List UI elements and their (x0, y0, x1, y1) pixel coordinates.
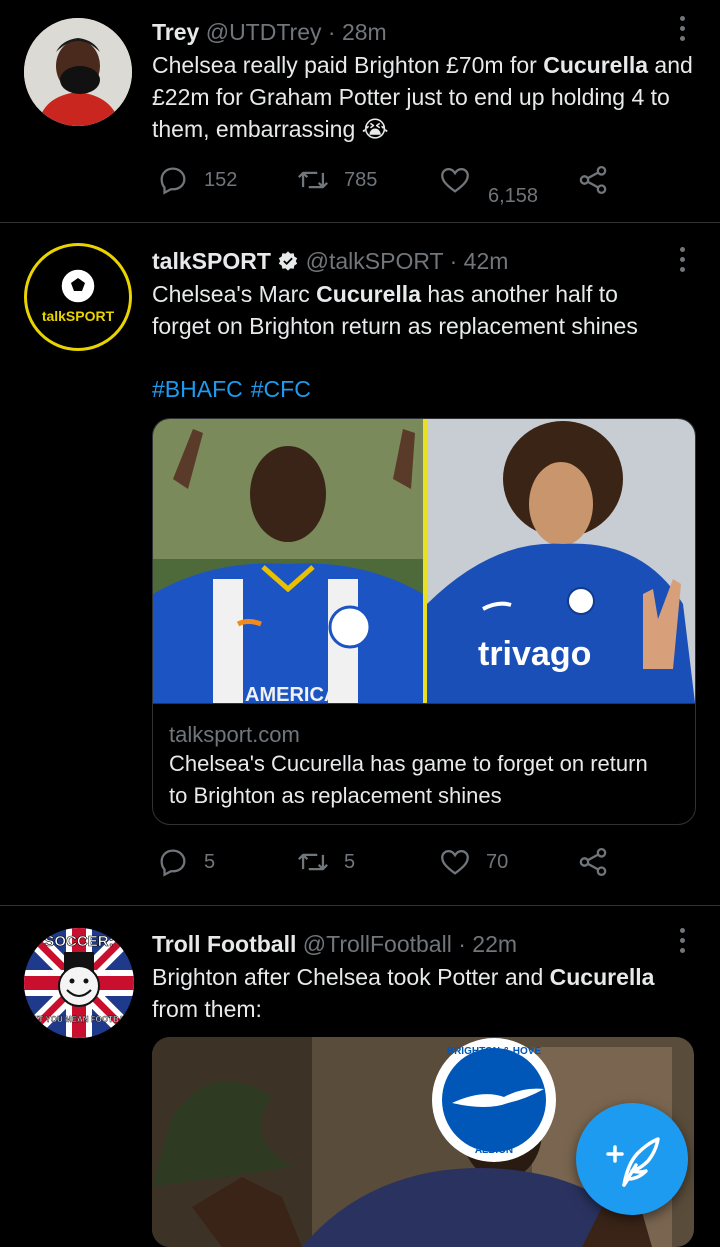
share-icon (579, 165, 607, 195)
soccer-ball-icon (60, 268, 96, 304)
avatar-talksport[interactable]: talkSPORT (24, 243, 132, 351)
author-name[interactable]: Trey (152, 19, 199, 45)
retweet-button[interactable]: 5 (296, 845, 355, 879)
avatar-top-text: SOCCER: (44, 933, 113, 950)
link-card[interactable]: AMERICAN trivago talksport.com Chelsea's… (152, 418, 696, 825)
badge-bottom-text: ALBION (475, 1145, 513, 1156)
compose-icon (606, 1137, 660, 1187)
like-button[interactable] (438, 163, 472, 197)
separator-dot: · (327, 19, 336, 45)
tweet-header: Trey @UTDTrey · 28m (152, 18, 387, 46)
right-shirt-text: trivago (478, 635, 591, 673)
card-image: AMERICAN trivago (153, 419, 695, 706)
separator-dot: · (458, 931, 466, 957)
retweet-icon (298, 853, 328, 871)
reply-count: 5 (204, 850, 216, 873)
card-divider (153, 703, 695, 704)
share-icon (579, 847, 607, 877)
like-icon (441, 849, 469, 875)
like-count: 70 (486, 850, 509, 873)
tweet-text: Chelsea really paid Brighton £70m for Cu… (152, 49, 702, 145)
more-icon[interactable] (680, 928, 688, 958)
tweet-text-segment: Chelsea really paid Brighton £70m for (152, 52, 544, 78)
tweet-timestamp[interactable]: 42m (464, 248, 509, 274)
badge-top-text: BRIGHTON & HOVE (447, 1046, 542, 1057)
card-photo: AMERICAN trivago (153, 419, 695, 706)
tweet-header: Troll Football @TrollFootball · 22m (152, 930, 517, 958)
left-shirt-text: AMERICAN (245, 684, 353, 703)
author-handle[interactable]: @talkSPORT (306, 248, 444, 274)
retweet-icon (298, 171, 328, 189)
like-icon (441, 167, 469, 193)
card-domain: talksport.com (169, 722, 300, 747)
tweet-text-highlight: Cucurella (549, 964, 655, 990)
retweet-count: 785 (344, 168, 378, 191)
compose-tweet-button[interactable] (576, 1103, 688, 1215)
separator-dot: · (449, 248, 458, 274)
tweet-text-highlight: Cucurella (316, 281, 421, 307)
hashtags: #BHAFC #CFC (152, 376, 319, 403)
tweet-text-highlight: Cucurella (543, 52, 649, 78)
tweet-text-segment: Chelsea's Marc (152, 281, 317, 307)
reply-button[interactable]: 152 (156, 163, 237, 197)
reply-icon (160, 849, 186, 877)
author-name[interactable]: talkSPORT (152, 248, 271, 274)
crying-emoji: 😭 (361, 116, 389, 142)
reply-count: 152 (204, 168, 238, 191)
tweet-2[interactable]: talkSPORT talkSPORT @talkSPORT · 42m Che… (0, 223, 720, 905)
tweet-actions: 5 5 70 (152, 845, 622, 885)
tweet-header: talkSPORT @talkSPORT · 42m (152, 247, 508, 275)
retweet-button[interactable]: 785 (296, 163, 377, 197)
hashtag-cfc[interactable]: #CFC (251, 376, 311, 402)
author-handle[interactable]: @UTDTrey (206, 19, 322, 45)
like-count: 6,158 (488, 185, 539, 207)
share-button[interactable] (576, 845, 610, 879)
avatar-brand-text: talkSPORT (41, 308, 115, 324)
avatar-image (24, 18, 132, 126)
tweet-1[interactable]: Trey @UTDTrey · 28m Chelsea really paid … (0, 0, 720, 222)
author-name[interactable]: Troll Football (152, 931, 296, 957)
tweet-text: Brighton after Chelsea took Potter and C… (152, 961, 702, 1025)
hashtag-bhafc[interactable]: #BHAFC (152, 376, 243, 402)
like-button[interactable]: 70 (438, 845, 508, 879)
tweet-actions: 152 785 6,158 (152, 163, 622, 207)
union-flag-troll-image: SOCCER: DON'T YOU MEAN FOOTBALL? (24, 928, 134, 1038)
tweet-text-segment: from them: (152, 996, 262, 1022)
card-title: Chelsea's Cucurella has game to forget o… (169, 751, 648, 808)
more-icon[interactable] (680, 247, 688, 277)
avatar-trey[interactable] (24, 18, 132, 126)
avatar-bottom-text: DON'T YOU MEAN FOOTBALL? (24, 1015, 134, 1024)
reply-icon (160, 167, 186, 195)
verified-icon (279, 251, 298, 271)
tweet-text-segment: Brighton after Chelsea took Potter and (152, 964, 550, 990)
tweet-timestamp[interactable]: 22m (472, 931, 517, 957)
avatar-trollfootball[interactable]: SOCCER: DON'T YOU MEAN FOOTBALL? (24, 928, 134, 1038)
reply-button[interactable]: 5 (156, 845, 215, 879)
author-handle[interactable]: @TrollFootball (303, 931, 452, 957)
tweet-text: Chelsea's Marc Cucurella has another hal… (152, 278, 682, 342)
share-button[interactable] (576, 163, 610, 197)
tweet-timestamp[interactable]: 28m (342, 19, 387, 45)
more-icon[interactable] (680, 16, 688, 46)
retweet-count: 5 (344, 850, 356, 873)
brighton-badge: BRIGHTON & HOVE ALBION (432, 1038, 556, 1162)
